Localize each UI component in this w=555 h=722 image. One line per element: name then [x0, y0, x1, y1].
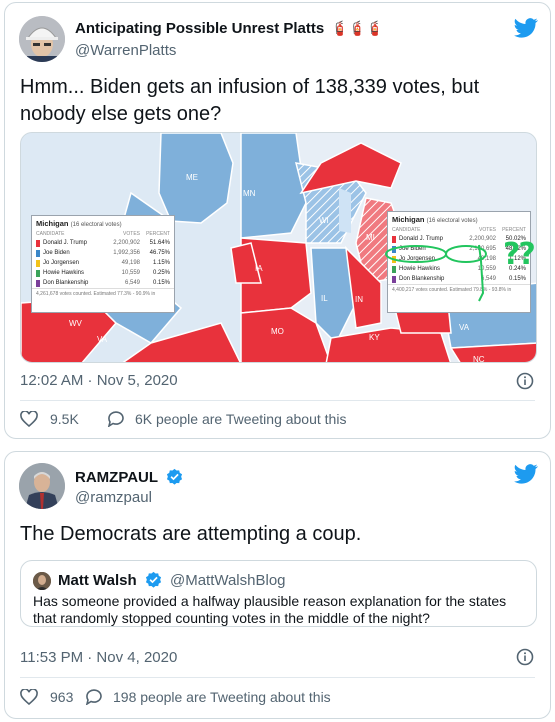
green-annotation-marks [385, 244, 487, 302]
quoted-tweet[interactable]: Matt Walsh @MattWalshBlog Has someone pr… [20, 560, 537, 627]
divider [20, 677, 535, 678]
divider [20, 400, 535, 401]
tweeting-action[interactable]: 198 people are Tweeting about this [85, 689, 331, 705]
tweet-card-2[interactable]: RAMZPAUL @ramzpaul The Democrats are att… [4, 451, 551, 719]
like-action[interactable]: 963 [20, 689, 73, 705]
display-name[interactable]: RAMZPAUL [75, 468, 183, 486]
tweeting-count: 6K people are Tweeting about this [135, 411, 347, 427]
username[interactable]: @ramzpaul [75, 489, 152, 506]
avatar[interactable] [19, 16, 65, 62]
heart-icon[interactable] [20, 689, 38, 705]
quoted-name[interactable]: Matt Walsh [58, 572, 137, 589]
display-name-text[interactable]: RAMZPAUL [75, 469, 158, 486]
quoted-avatar-image [33, 572, 51, 590]
quoted-handle[interactable]: @MattWalshBlog [170, 572, 286, 589]
display-name-text[interactable]: Anticipating Possible Unrest Platts [75, 20, 324, 37]
tweeting-count: 198 people are Tweeting about this [113, 689, 331, 705]
twitter-bird-icon[interactable] [514, 18, 538, 38]
display-name[interactable]: Anticipating Possible Unrest Platts 🧯🧯🧯 [75, 20, 384, 37]
tweet-timestamp[interactable]: 11:53 PM · Nov 4, 2020 [20, 649, 177, 666]
avatar-hardhat-image [19, 16, 65, 62]
username[interactable]: @WarrenPlatts [75, 42, 176, 59]
quoted-header: Matt Walsh @MattWalshBlog [58, 571, 286, 589]
speech-bubble-icon[interactable] [85, 689, 103, 705]
heart-icon[interactable] [20, 411, 38, 427]
election-map-image[interactable]: ME MN WI MI IA IL IN MO KY WV VA VA NC M… [20, 132, 537, 363]
tweet-text: The Democrats are attempting a coup. [20, 523, 362, 545]
tweet-text: Hmm... Biden gets an infusion of 138,339… [20, 76, 480, 125]
tweeting-action[interactable]: 6K people are Tweeting about this [107, 411, 346, 427]
fire-extinguisher-icon: 🧯🧯🧯 [331, 20, 384, 36]
quoted-avatar[interactable] [33, 572, 51, 590]
avatar-man-image [19, 463, 65, 509]
tweet-card-1[interactable]: Anticipating Possible Unrest Platts 🧯🧯🧯 … [4, 2, 551, 439]
like-count: 9.5K [50, 411, 79, 427]
quoted-text: Has someone provided a halfway plausible… [33, 593, 507, 626]
speech-bubble-icon[interactable] [107, 411, 125, 427]
like-count: 963 [50, 689, 74, 705]
info-icon[interactable] [516, 648, 534, 666]
like-action[interactable]: 9.5K [20, 411, 79, 427]
info-icon[interactable] [516, 372, 534, 390]
verified-badge-icon [166, 468, 183, 485]
tweet-timestamp[interactable]: 12:02 AM · Nov 5, 2020 [20, 372, 178, 389]
question-marks-annotation: ?? [503, 237, 536, 272]
avatar[interactable] [19, 463, 65, 509]
twitter-bird-icon[interactable] [514, 464, 538, 484]
verified-badge-icon [145, 571, 161, 588]
